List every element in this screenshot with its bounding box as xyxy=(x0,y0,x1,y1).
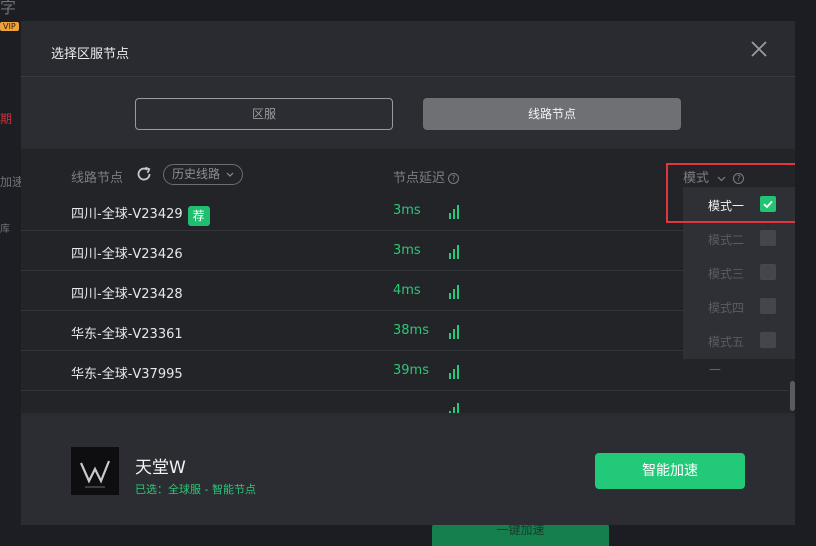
node-row[interactable]: 四川-全球-V23429 荐 3ms xyxy=(21,191,789,231)
tab-region[interactable]: 区服 xyxy=(135,98,393,130)
selected-server-node: 已选：全球服 - 智能节点 xyxy=(135,483,256,496)
mode-option-label: 模式二 xyxy=(708,233,745,247)
dialog-title: 选择区服节点 xyxy=(51,47,130,62)
node-list: 线路节点 历史线路 节点延迟? 四川-全球-V23429 荐 3ms 四川-全球-… xyxy=(21,149,795,413)
tab-bar: 区服 线路节点 xyxy=(21,78,795,148)
column-header-node: 线路节点 xyxy=(71,171,124,186)
refresh-icon[interactable] xyxy=(135,165,153,183)
signal-icon xyxy=(449,323,463,339)
checkbox-icon[interactable] xyxy=(760,298,776,314)
signal-icon xyxy=(449,283,463,299)
dialog-header: 选择区服节点 xyxy=(21,21,795,77)
node-latency: 3ms xyxy=(393,203,421,218)
checkbox-icon[interactable] xyxy=(760,264,776,280)
tab-route-node[interactable]: 线路节点 xyxy=(423,98,681,130)
mode-selector[interactable]: 模式 ? xyxy=(683,167,745,186)
node-row[interactable]: 华东-全球-V37995 39ms — xyxy=(21,351,789,391)
latency-header-label: 节点延迟 xyxy=(393,171,446,186)
dialog-footer: 天堂W 已选：全球服 - 智能节点 智能加速 xyxy=(21,417,795,525)
history-routes-label: 历史线路 xyxy=(172,167,221,181)
background-text: 字 xyxy=(0,0,17,17)
node-row[interactable]: 四川-全球-V23428 4ms xyxy=(21,271,789,311)
mode-header-label: 模式 xyxy=(683,171,710,186)
mode-dropdown: 模式一 模式二 模式三 模式四 模式五 xyxy=(683,187,795,359)
node-name: 四川-全球-V23429 荐 xyxy=(71,203,210,226)
node-latency: 3ms xyxy=(393,243,421,258)
chevron-down-icon xyxy=(717,171,726,186)
node-latency: 4ms xyxy=(393,283,421,298)
mode-option-label: 模式五 xyxy=(708,335,745,349)
mode-option-label: 模式四 xyxy=(708,301,745,315)
mode-option-label: 模式一 xyxy=(708,199,745,213)
scrollbar-thumb[interactable] xyxy=(790,381,795,411)
mode-option[interactable]: 模式四 xyxy=(683,289,795,323)
close-icon[interactable] xyxy=(749,39,769,59)
node-latency: 39ms xyxy=(393,363,429,378)
checkbox-checked-icon[interactable] xyxy=(760,196,776,212)
node-row[interactable]: 四川-全球-V23426 3ms xyxy=(21,231,789,271)
mode-placeholder: — xyxy=(709,362,721,376)
node-name: 四川-全球-V23428 xyxy=(71,287,183,302)
signal-icon xyxy=(449,401,463,413)
history-routes-button[interactable]: 历史线路 xyxy=(163,164,243,185)
mode-option[interactable]: 模式五 xyxy=(683,323,795,357)
node-name: 华东-全球-V37995 xyxy=(71,367,183,382)
node-latency: 38ms xyxy=(393,323,429,338)
column-header-latency: 节点延迟? xyxy=(393,167,460,186)
signal-icon xyxy=(449,243,463,259)
signal-icon xyxy=(449,363,463,379)
chevron-down-icon xyxy=(226,165,234,184)
help-icon[interactable]: ? xyxy=(733,173,745,184)
signal-icon xyxy=(449,203,463,219)
game-logo xyxy=(71,447,119,495)
help-icon[interactable]: ? xyxy=(448,173,460,184)
region-node-dialog: 选择区服节点 区服 线路节点 线路节点 历史线路 节点延迟? 四川-全球-V23… xyxy=(21,21,795,525)
recommended-badge: 荐 xyxy=(187,206,210,226)
game-name: 天堂W xyxy=(135,458,186,478)
mode-option[interactable]: 模式二 xyxy=(683,221,795,255)
background-text: 期 xyxy=(0,112,13,126)
node-row[interactable]: 华东-全球-V23361 38ms xyxy=(21,311,789,351)
node-row[interactable] xyxy=(21,391,789,413)
smart-accelerate-button[interactable]: 智能加速 xyxy=(595,453,745,489)
mode-option[interactable]: 模式三 xyxy=(683,255,795,289)
node-name: 四川-全球-V23426 xyxy=(71,247,183,262)
background-text: 库 xyxy=(0,224,10,235)
mode-option-label: 模式三 xyxy=(708,267,745,281)
checkbox-icon[interactable] xyxy=(760,332,776,348)
node-name: 华东-全球-V23361 xyxy=(71,327,183,342)
mode-option[interactable]: 模式一 xyxy=(683,187,795,221)
checkbox-icon[interactable] xyxy=(760,230,776,246)
node-name-text: 四川-全球-V23429 xyxy=(71,207,183,222)
background-badge: VIP xyxy=(0,22,19,31)
